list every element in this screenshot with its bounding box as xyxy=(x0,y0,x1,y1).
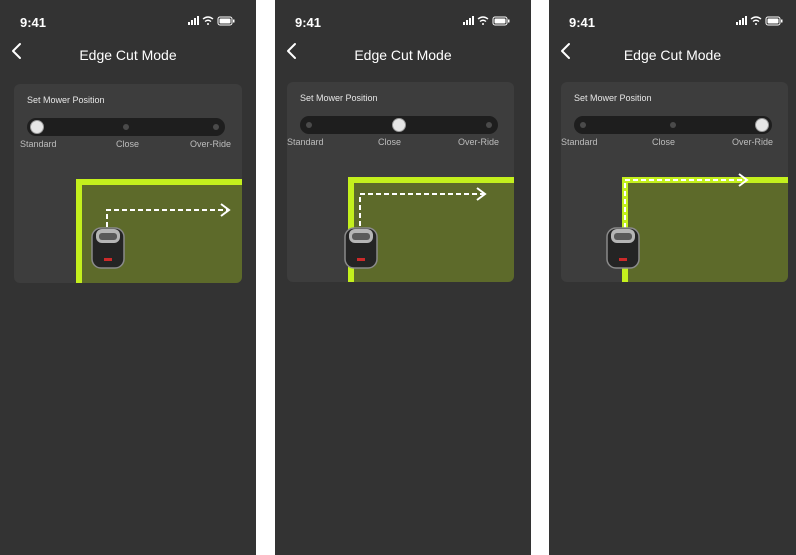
battery-icon xyxy=(492,16,510,26)
status-icons xyxy=(463,16,510,26)
battery-icon xyxy=(217,16,235,26)
mower-position-card: Set Mower Position Standard Close Over-R… xyxy=(561,82,788,282)
signal-icon xyxy=(736,16,747,25)
status-icons xyxy=(188,16,235,26)
page-title: Edge Cut Mode xyxy=(79,47,177,63)
phone-screen-standard: 9:41 Edge Cut Mode Set Mower Position St… xyxy=(0,0,256,555)
mower-icon xyxy=(344,227,378,269)
mower-position-card: Set Mower Position Standard Close Over-R… xyxy=(287,82,514,282)
wifi-icon xyxy=(750,16,762,25)
page-title: Edge Cut Mode xyxy=(623,47,722,63)
nav-bar: Edge Cut Mode xyxy=(0,38,256,72)
wifi-icon xyxy=(477,16,489,25)
nav-bar: Edge Cut Mode xyxy=(275,38,531,72)
status-time: 9:41 xyxy=(569,15,596,30)
mowing-path xyxy=(624,173,749,228)
phone-screen-close: 9:41 Edge Cut Mode Set Mower Position St… xyxy=(275,0,531,555)
phone-screen-over-ride: 9:41 Edge Cut Mode Set Mower Position St… xyxy=(549,0,796,555)
signal-icon xyxy=(463,16,474,25)
signal-icon xyxy=(188,16,199,25)
mowing-path xyxy=(359,187,487,226)
status-time: 9:41 xyxy=(20,15,47,30)
mower-position-card: Set Mower Position Standard Close Over-R… xyxy=(14,84,242,283)
mowing-path xyxy=(106,203,231,235)
mower-icon xyxy=(606,227,640,269)
wifi-icon xyxy=(202,16,214,25)
mower-icon xyxy=(91,227,125,269)
status-icons xyxy=(736,16,783,26)
nav-bar: Edge Cut Mode xyxy=(549,38,796,72)
page-title: Edge Cut Mode xyxy=(354,47,452,63)
battery-icon xyxy=(765,16,783,26)
status-time: 9:41 xyxy=(295,15,322,30)
